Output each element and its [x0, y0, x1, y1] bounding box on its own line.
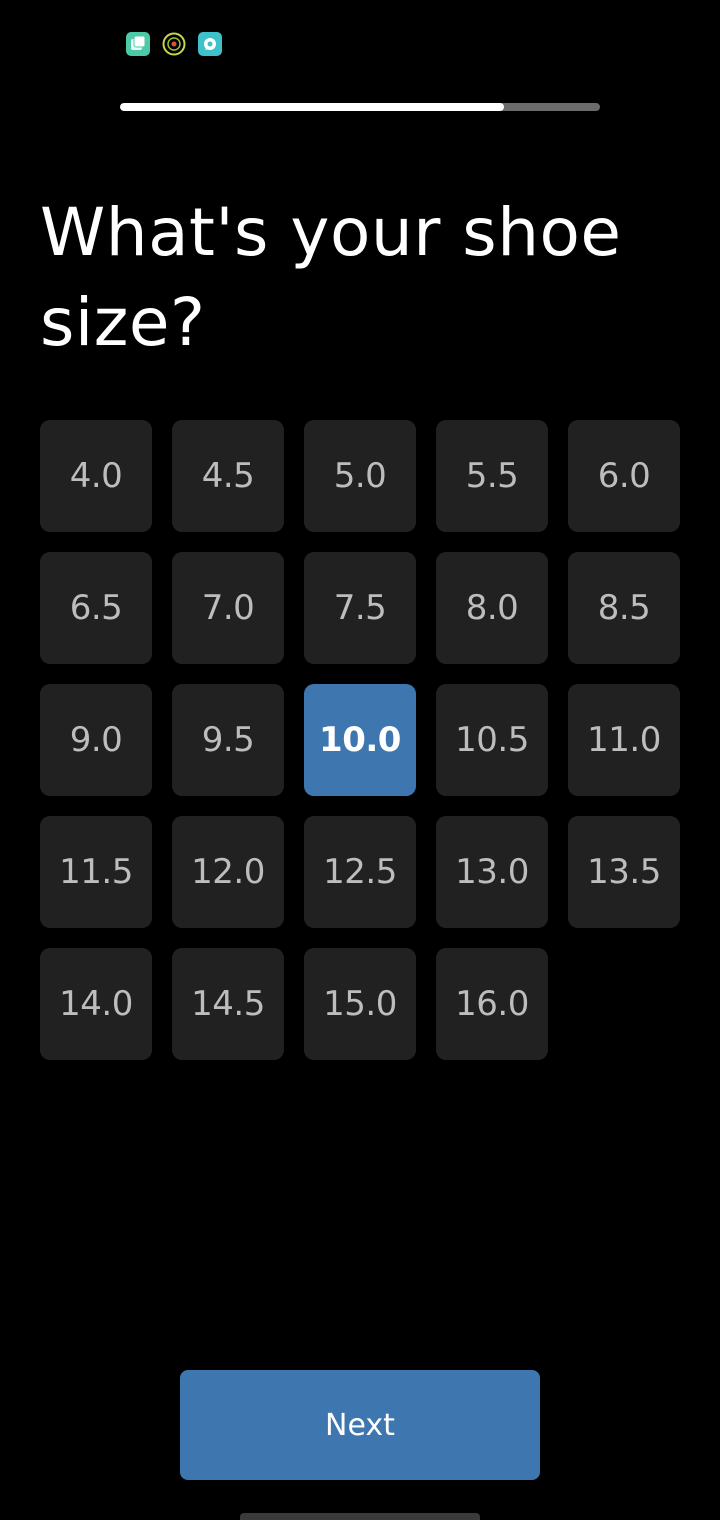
size-option-9-0[interactable]: 9.0 [40, 684, 152, 796]
size-option-7-0[interactable]: 7.0 [172, 552, 284, 664]
size-option-7-5[interactable]: 7.5 [304, 552, 416, 664]
onboarding-progress-bar [120, 103, 600, 111]
size-option-10-0[interactable]: 10.0 [304, 684, 416, 796]
photo-app-icon [126, 32, 150, 56]
size-option-6-5[interactable]: 6.5 [40, 552, 152, 664]
progress-bar-fill [120, 103, 504, 111]
size-option-16-0[interactable]: 16.0 [436, 948, 548, 1060]
size-option-8-0[interactable]: 8.0 [436, 552, 548, 664]
chat-app-icon [198, 32, 222, 56]
target-app-icon [162, 32, 186, 56]
size-option-8-5[interactable]: 8.5 [568, 552, 680, 664]
size-option-11-0[interactable]: 11.0 [568, 684, 680, 796]
size-option-11-5[interactable]: 11.5 [40, 816, 152, 928]
size-option-5-5[interactable]: 5.5 [436, 420, 548, 532]
size-option-15-0[interactable]: 15.0 [304, 948, 416, 1060]
size-option-10-5[interactable]: 10.5 [436, 684, 548, 796]
size-option-14-0[interactable]: 14.0 [40, 948, 152, 1060]
size-option-4-5[interactable]: 4.5 [172, 420, 284, 532]
size-option-13-0[interactable]: 13.0 [436, 816, 548, 928]
size-option-9-5[interactable]: 9.5 [172, 684, 284, 796]
next-button[interactable]: Next [180, 1370, 540, 1480]
size-option-6-0[interactable]: 6.0 [568, 420, 680, 532]
status-bar-icons [126, 32, 222, 56]
size-option-13-5[interactable]: 13.5 [568, 816, 680, 928]
page-title: What's your shoe size? [40, 194, 622, 361]
size-option-12-5[interactable]: 12.5 [304, 816, 416, 928]
size-option-4-0[interactable]: 4.0 [40, 420, 152, 532]
size-option-5-0[interactable]: 5.0 [304, 420, 416, 532]
size-option-12-0[interactable]: 12.0 [172, 816, 284, 928]
home-indicator [240, 1513, 480, 1520]
shoe-size-grid: 4.0 4.5 5.0 5.5 6.0 6.5 7.0 7.5 8.0 8.5 9.0 9.5 10.0… [40, 420, 680, 1060]
size-option-14-5[interactable]: 14.5 [172, 948, 284, 1060]
